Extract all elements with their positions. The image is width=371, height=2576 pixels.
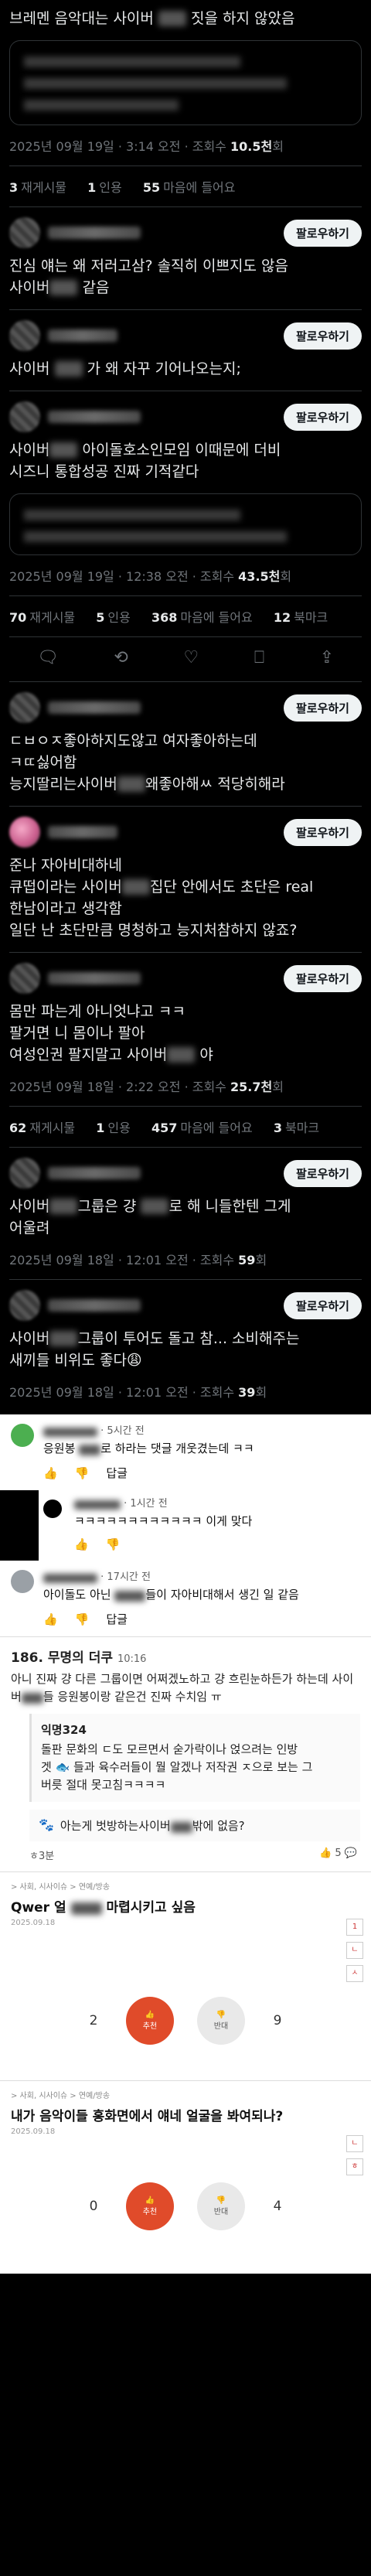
follow-button[interactable]: 팔로우하기 (283, 964, 362, 992)
board-subcomment: 🐾 아는게 벗방하는사이버 밖에 없음? (29, 1810, 360, 1841)
community-post: > 사회, 시사이슈 > 연예/방송 Qwer 얼 마렵시키고 싶음 2025.… (0, 1871, 371, 2080)
reply-button[interactable]: 답글 (106, 1465, 128, 1481)
tweet-reply-4: 팔로우하기 준나 자아비대하네 큐떱이라는 사이버 집단 안에서도 초단은 rea… (0, 807, 371, 953)
avatar[interactable] (11, 1570, 34, 1593)
community-post: > 사회, 시사이슈 > 연예/방송 내가 음악이들 홍화면에서 얘네 얼굴을 … (0, 2080, 371, 2274)
reply-button[interactable]: 답글 (106, 1611, 128, 1627)
avatar[interactable] (9, 817, 40, 848)
thumbs-down-icon[interactable]: 👎 (75, 1612, 90, 1626)
tweet-reply-3: 팔로우하기 ㄷㅂㅇㅈ좋아하지도않고 여자좋아하는데 ㅋㄸ싫어함 능지딸리는사이버… (0, 682, 371, 807)
tweet-main-4: 팔로우하기 사이버 그룹은 걍 로 해 니들한텐 그게 어울려 2025년 09월… (0, 1148, 371, 1280)
avatar: 🐾 (39, 1817, 54, 1832)
username[interactable] (48, 972, 141, 984)
username[interactable] (48, 826, 117, 838)
username[interactable] (48, 1299, 141, 1312)
quoted-tweet[interactable] (9, 493, 362, 555)
comment-icon[interactable]: 💬 (345, 1848, 357, 1859)
avatar[interactable] (11, 1424, 34, 1447)
page: 브레멘 음악대는 사이버 짓을 하지 않았음 2025년 09월 19일 · 3… (0, 0, 371, 2576)
board-comment: 186. 무명의 더쿠 10:16 아니 진짜 걍 다른 그룹이면 어쩌겠노하고 … (0, 1637, 371, 1871)
tweet-stats: 3 재게시물 1 인용 55 마음에 들어요 (9, 165, 362, 207)
avatar[interactable] (9, 401, 40, 432)
reply-icon[interactable]: 🗨 (37, 648, 59, 667)
downvote-button[interactable]: 👎 반대 (197, 2182, 245, 2230)
yt-comment: · 17시간 전 아이돌도 아닌 들이 자아비대해서 생긴 일 같음 👍 👎 답… (0, 1561, 371, 1637)
tweet-main-3: 팔로우하기 몸만 파는게 아니엇냐고 ㅋㅋ 팔거면 니 몸이나 팔아 여성인권 … (0, 953, 371, 1148)
yt-reply: · 1시간 전 ㅋㅋㅋㅋㅋㅋㅋㅋㅋㅋㅋㅋ 이게 맞다 👍 👎 (39, 1490, 371, 1561)
bookmark-icon[interactable]: ⎕ (254, 648, 264, 667)
tweet-reply-1: 팔로우하기 진심 얘는 왜 저러고삼? 솔직히 이쁘지도 않음 사이버 같음 (0, 207, 371, 310)
thumbs-up-icon[interactable]: 👍 (319, 1848, 332, 1859)
downvote-button[interactable]: 👎 반대 (197, 1997, 245, 2045)
username[interactable] (48, 227, 141, 239)
tweet-stats: 62 재게시물 1 인용 457 마음에 들어요 3 북마크 (9, 1106, 362, 1148)
tweet-main-1: 브레멘 음악대는 사이버 짓을 하지 않았음 2025년 09월 19일 · 3… (0, 0, 371, 207)
tweet-stats: 70 재게시물 5 인용 368 마음에 들어요 12 북마크 (9, 595, 362, 637)
retweet-icon[interactable]: ⟲ (114, 648, 128, 667)
follow-button[interactable]: 팔로우하기 (283, 818, 362, 846)
avatar[interactable] (9, 1290, 40, 1321)
username[interactable] (48, 329, 117, 342)
avatar[interactable] (9, 963, 40, 994)
avatar[interactable] (43, 1500, 62, 1518)
follow-button[interactable]: 팔로우하기 (283, 219, 362, 247)
thumbs-up-icon[interactable]: 👍 (43, 1466, 58, 1480)
board-subcomment: 익명324 돌판 문화의 ㄷ도 모르면서 숟가락이나 얹으려는 인방 겟 🐟 들… (29, 1714, 360, 1802)
username[interactable] (48, 411, 141, 423)
thumbs-up-icon[interactable]: 👍 (74, 1537, 89, 1551)
tweet-timestamp: 2025년 09월 19일 · 3:14 오전 · 조회수 10.5천회 (9, 139, 284, 154)
follow-button[interactable]: 팔로우하기 (283, 1291, 362, 1319)
like-icon[interactable]: ♡ (183, 648, 199, 667)
thumbs-down-icon[interactable]: 👎 (106, 1537, 121, 1551)
avatar[interactable] (9, 217, 40, 248)
follow-button[interactable]: 팔로우하기 (283, 1159, 362, 1187)
tweet-actions: 🗨 ⟲ ♡ ⎕ ⇪ (9, 637, 362, 682)
upvote-button[interactable]: 👍 추천 (126, 1997, 174, 2045)
avatar[interactable] (9, 692, 40, 723)
tweet-main-2: 팔로우하기 사이버 아이돌호소인모임 이때문에 더비 시즈니 통합성공 진짜 기… (0, 391, 371, 682)
thumbs-down-icon[interactable]: 👎 (75, 1466, 90, 1480)
quoted-tweet[interactable] (9, 40, 362, 125)
censor-block (158, 11, 186, 26)
avatar[interactable] (9, 320, 40, 351)
follow-button[interactable]: 팔로우하기 (283, 322, 362, 350)
thumbs-up-icon[interactable]: 👍 (43, 1612, 58, 1626)
username[interactable] (48, 1167, 141, 1179)
tweet-text: 브레멘 음악대는 사이버 짓을 하지 않았음 (9, 10, 295, 27)
avatar[interactable] (9, 1158, 40, 1189)
yt-comment: · 5시간 전 응원봉 로 하라는 댓글 개웃겼는데 ㅋㅋ 👍 👎 답글 (0, 1414, 371, 1490)
tweet-reply-2: 팔로우하기 사이버 가 왜 자꾸 기어나오는지; (0, 310, 371, 391)
share-icon[interactable]: ⇪ (320, 648, 334, 667)
username[interactable] (48, 701, 141, 714)
tweet-main-5: 팔로우하기 사이버 그룹이 투어도 돌고 참... 소비해주는 새끼들 비위도 좋… (0, 1280, 371, 1411)
follow-button[interactable]: 팔로우하기 (283, 403, 362, 431)
follow-button[interactable]: 팔로우하기 (283, 694, 362, 722)
upvote-button[interactable]: 👍 추천 (126, 2182, 174, 2230)
